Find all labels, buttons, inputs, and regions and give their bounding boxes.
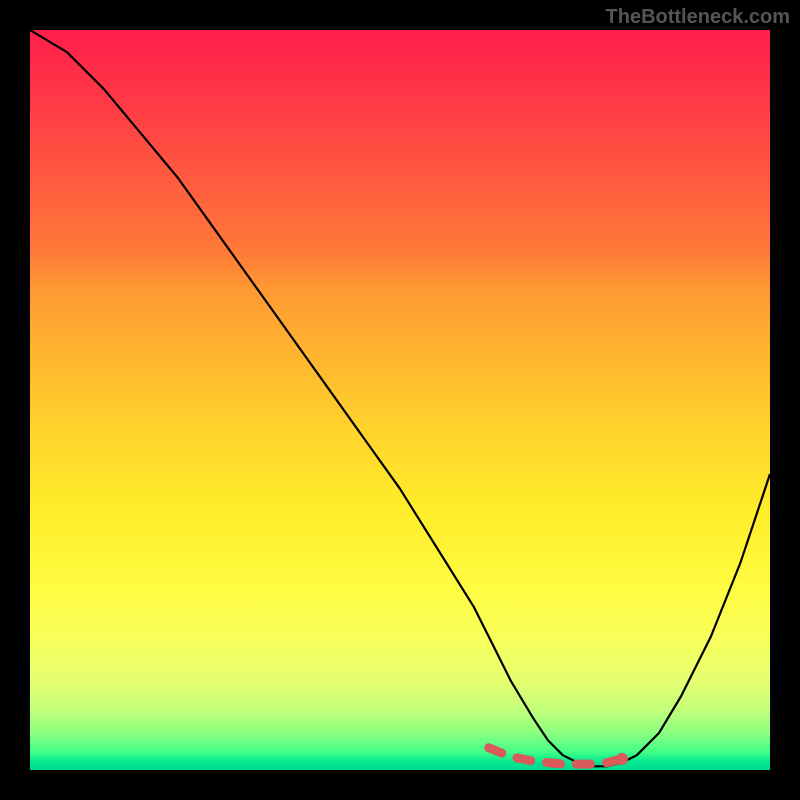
bottleneck-curve (30, 30, 770, 766)
chart-svg (30, 30, 770, 770)
chart-area (30, 30, 770, 770)
watermark-text: TheBottleneck.com (606, 6, 790, 29)
optimal-band-marker (489, 748, 622, 764)
optimal-end-dot (616, 753, 628, 765)
